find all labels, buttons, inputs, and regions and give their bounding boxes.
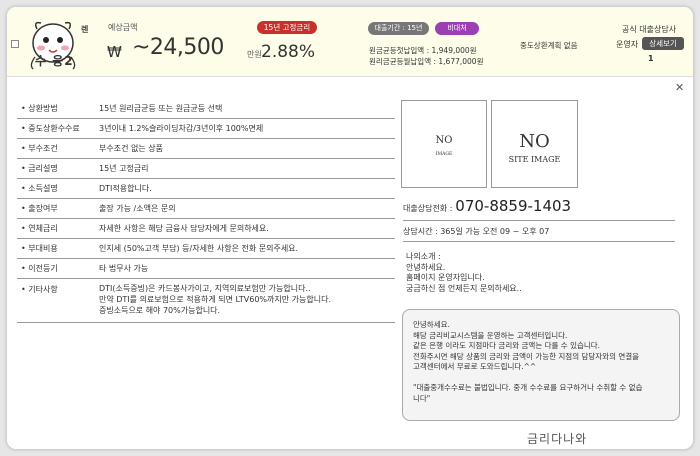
no-image-text: NO <box>519 131 550 152</box>
table-row: • 부대비용 인지세 (50%고객 부담) 등/자세한 사항은 전화 문의주세요… <box>17 239 395 259</box>
detail-label: • 소득설명 <box>21 184 58 193</box>
detail-label: • 중도상환수수료 <box>21 124 80 133</box>
detail-view-button[interactable]: 상세보기 <box>642 37 684 50</box>
no-image-text: NO <box>435 135 453 146</box>
table-row: • 연체금리 자세한 사항은 해당 금융사 담당자에게 문의하세요. <box>17 219 395 239</box>
detail-label: • 부대비용 <box>21 244 58 253</box>
table-row: • 상환방법 15년 원리금균등 또는 원금균등 선택 <box>17 99 395 119</box>
loan-summary-header: 렌 수 융2 예상금액 ₩ ~24,500 만원 15년 고정금리 2.88% … <box>7 7 693 77</box>
table-row: • 이전등기 타 법무사 가능 <box>17 259 395 279</box>
mascot-text-top: 렌 <box>81 25 89 34</box>
amount-label: 예상금액 <box>108 23 138 32</box>
site-image-placeholder: NO SITE IMAGE <box>491 100 578 188</box>
detail-value: 3년이내 1.2%슬라이딩차감/3년이후 100%면제 <box>99 124 264 133</box>
detail-value: 자세한 사항은 해당 금융사 담당자에게 문의하세요. <box>99 224 269 233</box>
self-introduction: 나의소개 : 안녕하세요. 홈페이지 운영자입니다. 궁금하신 점 언제든지 문… <box>406 252 522 293</box>
table-row: • 부수조건 부수조건 없는 상품 <box>17 139 395 159</box>
amount-unit: 만원 <box>247 50 262 59</box>
first-payment-text: 원금균등첫납입액 : 1,949,000원 <box>369 46 477 55</box>
table-row: • 소득설명 DTI적용합니다. <box>17 179 395 199</box>
close-icon[interactable]: ✕ <box>675 81 684 94</box>
phone-number[interactable]: 070-8859-1403 <box>455 197 571 215</box>
loan-period-badge: 대출기간 : 15년 <box>368 22 429 35</box>
select-checkbox[interactable] <box>11 40 19 48</box>
table-row: • 금리설명 15년 고정금리 <box>17 159 395 179</box>
no-image-subtext: IMAGE <box>435 152 453 157</box>
detail-label: • 기타사항 <box>21 285 58 294</box>
amount-value: ~24,500 <box>132 35 224 60</box>
detail-value: 타 법무사 가능 <box>99 264 149 273</box>
detail-label: • 상환방법 <box>21 104 58 113</box>
phone-label: 대출상담전화 : <box>403 204 453 213</box>
detail-value: 15년 고정금리 <box>99 164 149 173</box>
notice-box: 안녕하세요. 해당 금리비교시스템을 운영하는 고객센터입니다. 같은 은행 이… <box>402 309 680 421</box>
mascot-text-bottom: 수 융2 <box>35 54 74 68</box>
site-watermark: 금리다나와 <box>527 432 588 446</box>
detail-value: DTI적용합니다. <box>99 184 152 193</box>
official-consultant-label: 공식 대출상담사 <box>622 25 677 34</box>
consultant-count: 1 <box>648 54 654 63</box>
detail-value: 인지세 (50%고객 부담) 등/자세한 사항은 전화 문의주세요. <box>99 244 299 253</box>
currency-symbol: ₩ <box>107 43 122 61</box>
detail-label: • 금리설명 <box>21 164 58 173</box>
loan-card: 렌 수 융2 예상금액 ₩ ~24,500 만원 15년 고정금리 2.88% … <box>6 6 694 450</box>
operator-label: 운영자 <box>616 40 639 49</box>
phone-row: 대출상담전화 : 070-8859-1403 <box>403 197 675 221</box>
detail-value: DTI(소득증빙)은 카드봉사가이고, 지역의료보험만 가능합니다.. 만약 D… <box>99 284 331 315</box>
detail-value: 부수조건 없는 상품 <box>99 144 163 153</box>
detail-label: • 연체금리 <box>21 224 58 233</box>
rate-type-badge: 15년 고정금리 <box>257 21 317 34</box>
interest-rate: 2.88% <box>261 42 316 62</box>
consultant-photo-placeholder: NO IMAGE <box>401 100 487 188</box>
early-repayment-text: 중도상환계획 없음 <box>520 41 578 50</box>
detail-value: 15년 원리금균등 또는 원금균등 선택 <box>99 104 223 113</box>
monthly-payment-text: 원리금균등월납입액 : 1,677,000원 <box>369 57 484 66</box>
table-row: • 출장여부 출장 가능 /소액은 문의 <box>17 199 395 219</box>
table-row: • 기타사항 DTI(소득증빙)은 카드봉사가이고, 지역의료보험만 가능합니다… <box>17 279 395 323</box>
detail-label: • 부수조건 <box>21 144 58 153</box>
no-site-image-text: SITE IMAGE <box>508 155 561 164</box>
consult-hours: 상담시간 : 365일 가능 오전 09 ~ 오후 07 <box>403 226 675 242</box>
loan-details-table: • 상환방법 15년 원리금균등 또는 원금균등 선택 • 중도상환수수료 3년… <box>17 99 395 323</box>
visit-badge: 비대처 <box>435 22 479 35</box>
table-row: • 중도상환수수료 3년이내 1.2%슬라이딩차감/3년이후 100%면제 <box>17 119 395 139</box>
detail-label: • 출장여부 <box>21 204 58 213</box>
detail-value: 출장 가능 /소액은 문의 <box>99 204 176 213</box>
detail-label: • 이전등기 <box>21 264 58 273</box>
